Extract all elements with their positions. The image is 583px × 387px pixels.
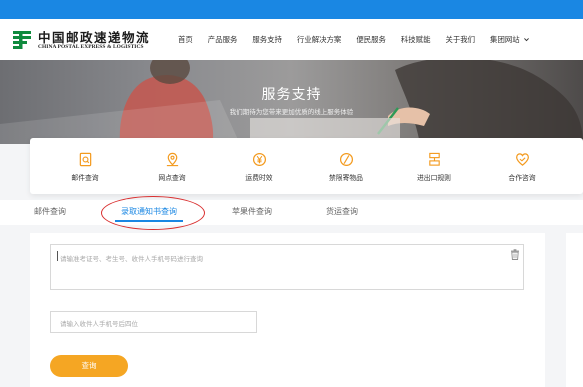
tracking-number-textarea[interactable]: 请输准考证号、考生号、收件人手机号码进行查询 xyxy=(50,244,524,290)
page: 中国邮政速递物流 CHINA POSTAL EXPRESS & LOGISTIC… xyxy=(0,0,583,387)
service-label: 进出口规则 xyxy=(417,174,451,182)
china-post-logo-icon xyxy=(13,31,31,49)
mail-search-icon xyxy=(79,152,91,167)
text-cursor xyxy=(57,251,58,261)
service-label: 运费时效 xyxy=(245,174,273,182)
phone-last-four-input[interactable]: 请输入收件人手机号后四位 xyxy=(50,311,257,333)
nav-item-technology[interactable]: 科技赋能 xyxy=(401,34,431,45)
service-label: 网点查询 xyxy=(158,174,186,182)
location-pin-icon xyxy=(166,152,178,167)
red-circle-annotation xyxy=(101,196,205,230)
nav-item-products[interactable]: 产品服务 xyxy=(208,34,238,45)
service-import-export-rules[interactable]: 进出口规则 xyxy=(399,152,469,182)
query-tabs: 邮件查询 录取通知书查询 苹果件查询 货运查询 xyxy=(0,200,583,225)
hero-subtitle: 我们期待为您带来更加优质的线上服务体验 xyxy=(229,108,354,116)
yen-coin-icon xyxy=(252,152,266,167)
brand-logo[interactable]: 中国邮政速递物流 CHINA POSTAL EXPRESS & LOGISTIC… xyxy=(10,27,150,55)
service-label: 合作咨询 xyxy=(508,174,536,182)
hero-title: 服务支持 xyxy=(261,87,322,103)
trash-icon[interactable] xyxy=(510,249,520,260)
hero-banner: 服务支持 我们期待为您带来更加优质的线上服务体验 xyxy=(0,60,583,144)
right-side-panel xyxy=(566,233,583,387)
nav-item-group-site[interactable]: 集团网站 xyxy=(490,34,530,45)
site-header: 中国邮政速递物流 CHINA POSTAL EXPRESS & LOGISTIC… xyxy=(0,19,583,60)
service-branch-query[interactable]: 网点查询 xyxy=(137,152,207,182)
phone-placeholder: 请输入收件人手机号后四位 xyxy=(60,320,138,328)
service-card: 邮件查询 网点查询 运费时效 禁限寄物品 进出口规则 合作咨询 xyxy=(30,138,583,194)
nav-item-home[interactable]: 首页 xyxy=(178,34,193,45)
service-mail-query[interactable]: 邮件查询 xyxy=(50,152,120,182)
tab-mail-query[interactable]: 邮件查询 xyxy=(34,206,66,217)
nav-item-convenience[interactable]: 便民服务 xyxy=(356,34,386,45)
top-bar xyxy=(0,0,583,19)
nav-item-about[interactable]: 关于我们 xyxy=(445,34,475,45)
service-label: 邮件查询 xyxy=(71,174,99,182)
query-button[interactable]: 查询 xyxy=(50,355,128,377)
tab-freight-query[interactable]: 货运查询 xyxy=(326,206,358,217)
group-site-label: 集团网站 xyxy=(490,35,520,44)
nav-item-solutions[interactable]: 行业解决方案 xyxy=(297,34,341,45)
query-form: 请输准考证号、考生号、收件人手机号码进行查询 请输入收件人手机号后四位 查询 xyxy=(30,233,545,387)
service-cooperation[interactable]: 合作咨询 xyxy=(487,152,557,182)
tab-apple-parcel-query[interactable]: 苹果件查询 xyxy=(232,206,272,217)
main-nav: 首页 产品服务 服务支持 行业解决方案 便民服务 科技赋能 关于我们 集团网站 xyxy=(178,34,530,45)
brand-name-en: CHINA POSTAL EXPRESS & LOGISTICS xyxy=(38,44,144,50)
nav-item-support[interactable]: 服务支持 xyxy=(252,34,282,45)
chevron-down-icon xyxy=(523,38,529,42)
service-prohibited-items[interactable]: 禁限寄物品 xyxy=(311,152,381,182)
textarea-placeholder: 请输准考证号、考生号、收件人手机号码进行查询 xyxy=(60,255,203,263)
prohibited-icon xyxy=(339,152,353,167)
service-shipping-fee[interactable]: 运费时效 xyxy=(224,152,294,182)
handshake-heart-icon xyxy=(515,153,529,166)
customs-rules-icon xyxy=(428,152,440,166)
service-label: 禁限寄物品 xyxy=(329,174,363,182)
